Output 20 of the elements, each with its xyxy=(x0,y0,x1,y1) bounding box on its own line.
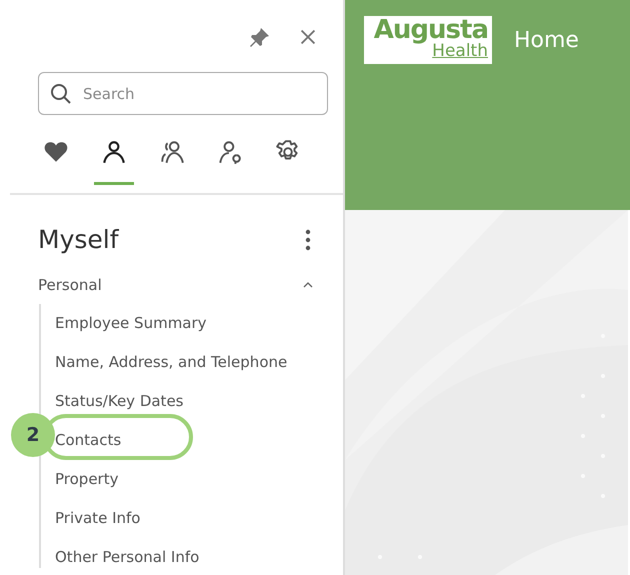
search-field[interactable]: Search xyxy=(38,72,328,115)
menu-item[interactable]: Property xyxy=(55,470,118,488)
tab[interactable] xyxy=(94,139,134,185)
menu-item[interactable]: Private Info xyxy=(55,509,140,527)
logo: Augusta Health xyxy=(364,16,492,64)
page-title: Home xyxy=(514,28,579,53)
collapse-caret-icon xyxy=(303,282,313,288)
panel-title: Myself xyxy=(38,225,119,254)
person-key-icon xyxy=(217,139,243,165)
section-header[interactable]: Personal xyxy=(0,274,343,296)
people-icon xyxy=(159,139,185,165)
search-icon xyxy=(49,82,73,106)
menu-item[interactable]: Employee Summary xyxy=(55,314,207,332)
menu-item[interactable]: Other Personal Info xyxy=(55,548,200,566)
menu-item[interactable]: Status/Key Dates xyxy=(55,392,184,410)
person-icon xyxy=(101,139,127,165)
step-badge: 2 xyxy=(11,413,55,457)
menu-item[interactable]: Name, Address, and Telephone xyxy=(55,353,288,371)
more-icon[interactable] xyxy=(305,228,311,250)
menu-item[interactable]: Contacts xyxy=(55,431,122,449)
